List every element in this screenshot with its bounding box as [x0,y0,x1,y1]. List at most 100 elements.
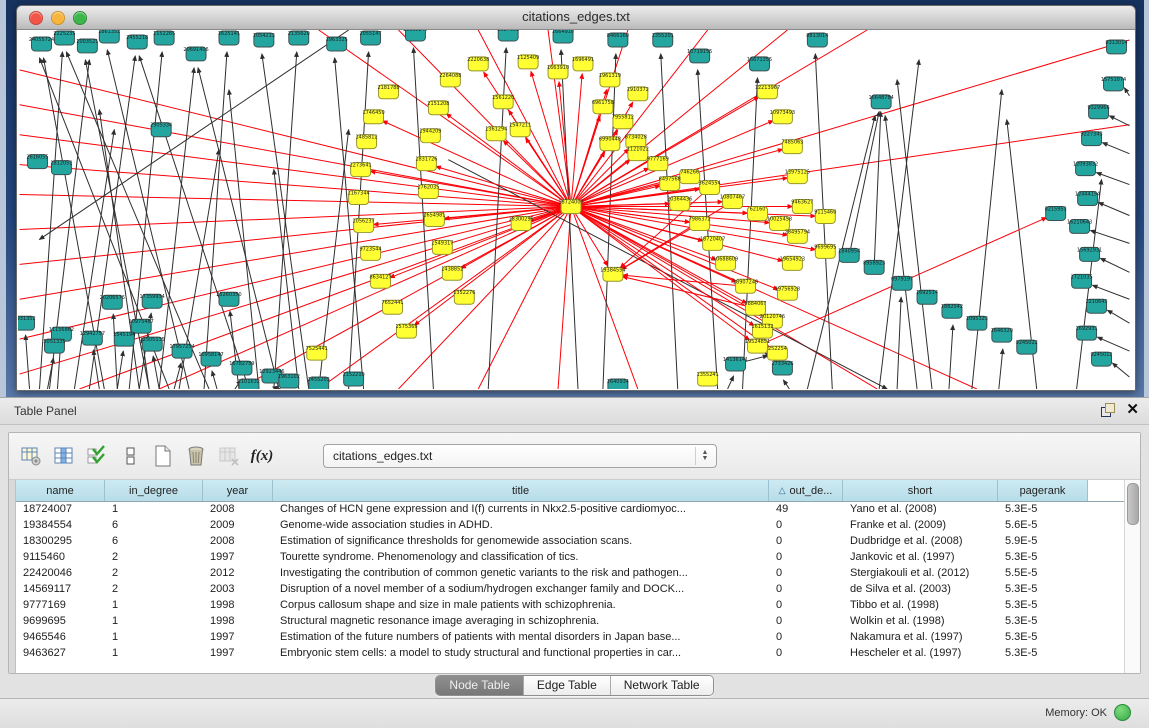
table-row[interactable]: 1872400712008Changes of HCN gene express… [16,501,1124,517]
scrollbar-thumb[interactable] [1127,483,1139,525]
table-panel-titlebar: Table Panel ✕ [0,398,1149,425]
tab-node-table[interactable]: Node Table [436,676,524,695]
tab-network-table[interactable]: Network Table [611,676,713,695]
table-cell: 49 [769,503,843,515]
svg-text:10655247: 10655247 [403,30,428,33]
svg-text:18907249: 18907249 [733,279,758,285]
svg-text:6734028: 6734028 [625,135,647,141]
svg-text:1746450: 1746450 [362,110,384,116]
svg-text:25260350: 25260350 [216,292,241,298]
column-header-name[interactable]: name [16,480,105,501]
svg-text:1640934: 1640934 [607,379,629,385]
network-window[interactable]: citations_edges.txt 18724007122139671097… [16,5,1136,391]
svg-text:1625141: 1625141 [218,31,240,37]
svg-text:1273641: 1273641 [350,163,372,169]
row-height-icon[interactable] [118,444,142,468]
table-settings-icon[interactable] [19,444,43,468]
network-window-titlebar[interactable]: citations_edges.txt [17,6,1135,30]
dropdown-stepper-icon: ▲▼ [695,447,714,465]
column-header-out_de[interactable]: △out_de... [769,480,843,501]
svg-text:1485812: 1485812 [356,135,378,141]
table-cell: 0 [769,615,843,627]
table-cell: Changes of HCN gene expression and I(f) … [273,503,769,515]
select-rows-icon[interactable] [85,444,109,468]
column-header-in_degree[interactable]: in_degree [105,480,203,501]
table-row[interactable]: 911546021997Tourette syndrome. Phenomeno… [16,549,1124,565]
network-canvas[interactable]: 1872400712213967109734937485063139751259… [18,30,1134,389]
table-cell: Jankovic et al. (1997) [843,551,998,563]
svg-text:10973493: 10973493 [770,110,795,116]
svg-text:7485063: 7485063 [781,140,803,146]
column-header-short[interactable]: short [843,480,998,501]
svg-text:1721035: 1721035 [1071,274,1093,280]
table-cell: 1 [105,599,203,611]
svg-text:1663910: 1663910 [547,65,569,71]
table-cell: 2 [105,551,203,563]
svg-text:19524851: 19524851 [745,339,770,345]
table-row[interactable]: 1830029562008Estimation of significance … [16,533,1124,549]
svg-text:2101632: 2101632 [238,379,260,385]
svg-text:1561220: 1561220 [492,95,514,101]
table-row[interactable]: 2242004622012Investigating the contribut… [16,565,1124,581]
svg-text:1152210: 1152210 [343,372,365,378]
table-row[interactable]: 946362711997Embryonic stem cells: a mode… [16,645,1124,661]
table-row[interactable]: 977716911998Corpus callosum shape and si… [16,597,1124,613]
new-document-icon[interactable] [151,444,175,468]
column-header-pagerank[interactable]: pagerank [998,480,1088,501]
column-header-year[interactable]: year [203,480,273,501]
tab-edge-table[interactable]: Edge Table [524,676,611,695]
column-header-title[interactable]: title [273,480,769,501]
table-cell: Nakamura et al. (1997) [843,631,998,643]
svg-text:1056237: 1056237 [353,218,375,224]
table-selector-value: citations_edges.txt [324,449,695,463]
table-cell: 14569117 [16,583,105,595]
close-panel-icon[interactable]: ✕ [1126,402,1139,418]
table-panel: Table Panel ✕ [0,397,1149,728]
table-selector-dropdown[interactable]: citations_edges.txt ▲▼ [323,444,717,468]
table-delete-disabled-icon [217,444,241,468]
table-cell: 5.3E-5 [998,551,1088,563]
float-window-icon[interactable] [1100,402,1116,418]
delete-trash-icon[interactable] [184,444,208,468]
svg-text:1361294: 1361294 [485,127,507,133]
svg-text:10975487: 10975487 [129,319,154,325]
table-cell: Dudbridge et al. (2008) [843,535,998,547]
svg-text:1527602: 1527602 [497,30,519,33]
svg-text:17359934: 17359934 [140,294,165,300]
table-row[interactable]: 1938455462009Genome-wide association stu… [16,517,1124,533]
svg-text:18720407: 18720407 [700,236,725,242]
svg-text:1733426: 1733426 [771,361,793,367]
svg-text:8215953: 8215953 [1045,206,1067,212]
vertical-scrollbar[interactable] [1124,480,1140,673]
column-edit-icon[interactable] [52,444,76,468]
svg-text:19756928: 19756928 [775,286,800,292]
table-cell: 0 [769,567,843,579]
table-cell: 2003 [203,583,273,595]
svg-text:9245022: 9245022 [1016,340,1038,346]
svg-text:6990448: 6990448 [599,137,621,143]
svg-text:7652441: 7652441 [381,300,403,306]
table-cell: 0 [769,583,843,595]
table-cell: Wolkin et al. (1998) [843,615,998,627]
table-panel-title: Table Panel [14,404,77,418]
svg-text:8466160: 8466160 [607,33,629,39]
table-row[interactable]: 946554611997Estimation of the future num… [16,629,1124,645]
table-cell: 1998 [203,599,273,611]
svg-text:10025458: 10025458 [767,216,792,222]
svg-text:1438852: 1438852 [441,266,463,272]
table-cell: 5.3E-5 [998,615,1088,627]
table-row[interactable]: 1456911722003Disruption of a novel membe… [16,581,1124,597]
svg-text:20691406: 20691406 [183,47,208,53]
svg-text:1003521: 1003521 [76,39,98,45]
table-cell: Franke et al. (2009) [843,519,998,531]
svg-text:14136141: 14136141 [723,357,748,363]
table-cell: 5.9E-5 [998,535,1088,547]
svg-text:10688609: 10688609 [713,256,738,262]
svg-text:1575369: 1575369 [395,324,417,330]
table-cell: 22420046 [16,567,105,579]
svg-text:1152265: 1152265 [153,31,175,37]
table-row[interactable]: 969969511998Structural magnetic resonanc… [16,613,1124,629]
table-cell: Yano et al. (2008) [843,503,998,515]
svg-text:1352276: 1352276 [453,290,475,296]
function-builder-icon[interactable]: f(x) [250,444,274,468]
